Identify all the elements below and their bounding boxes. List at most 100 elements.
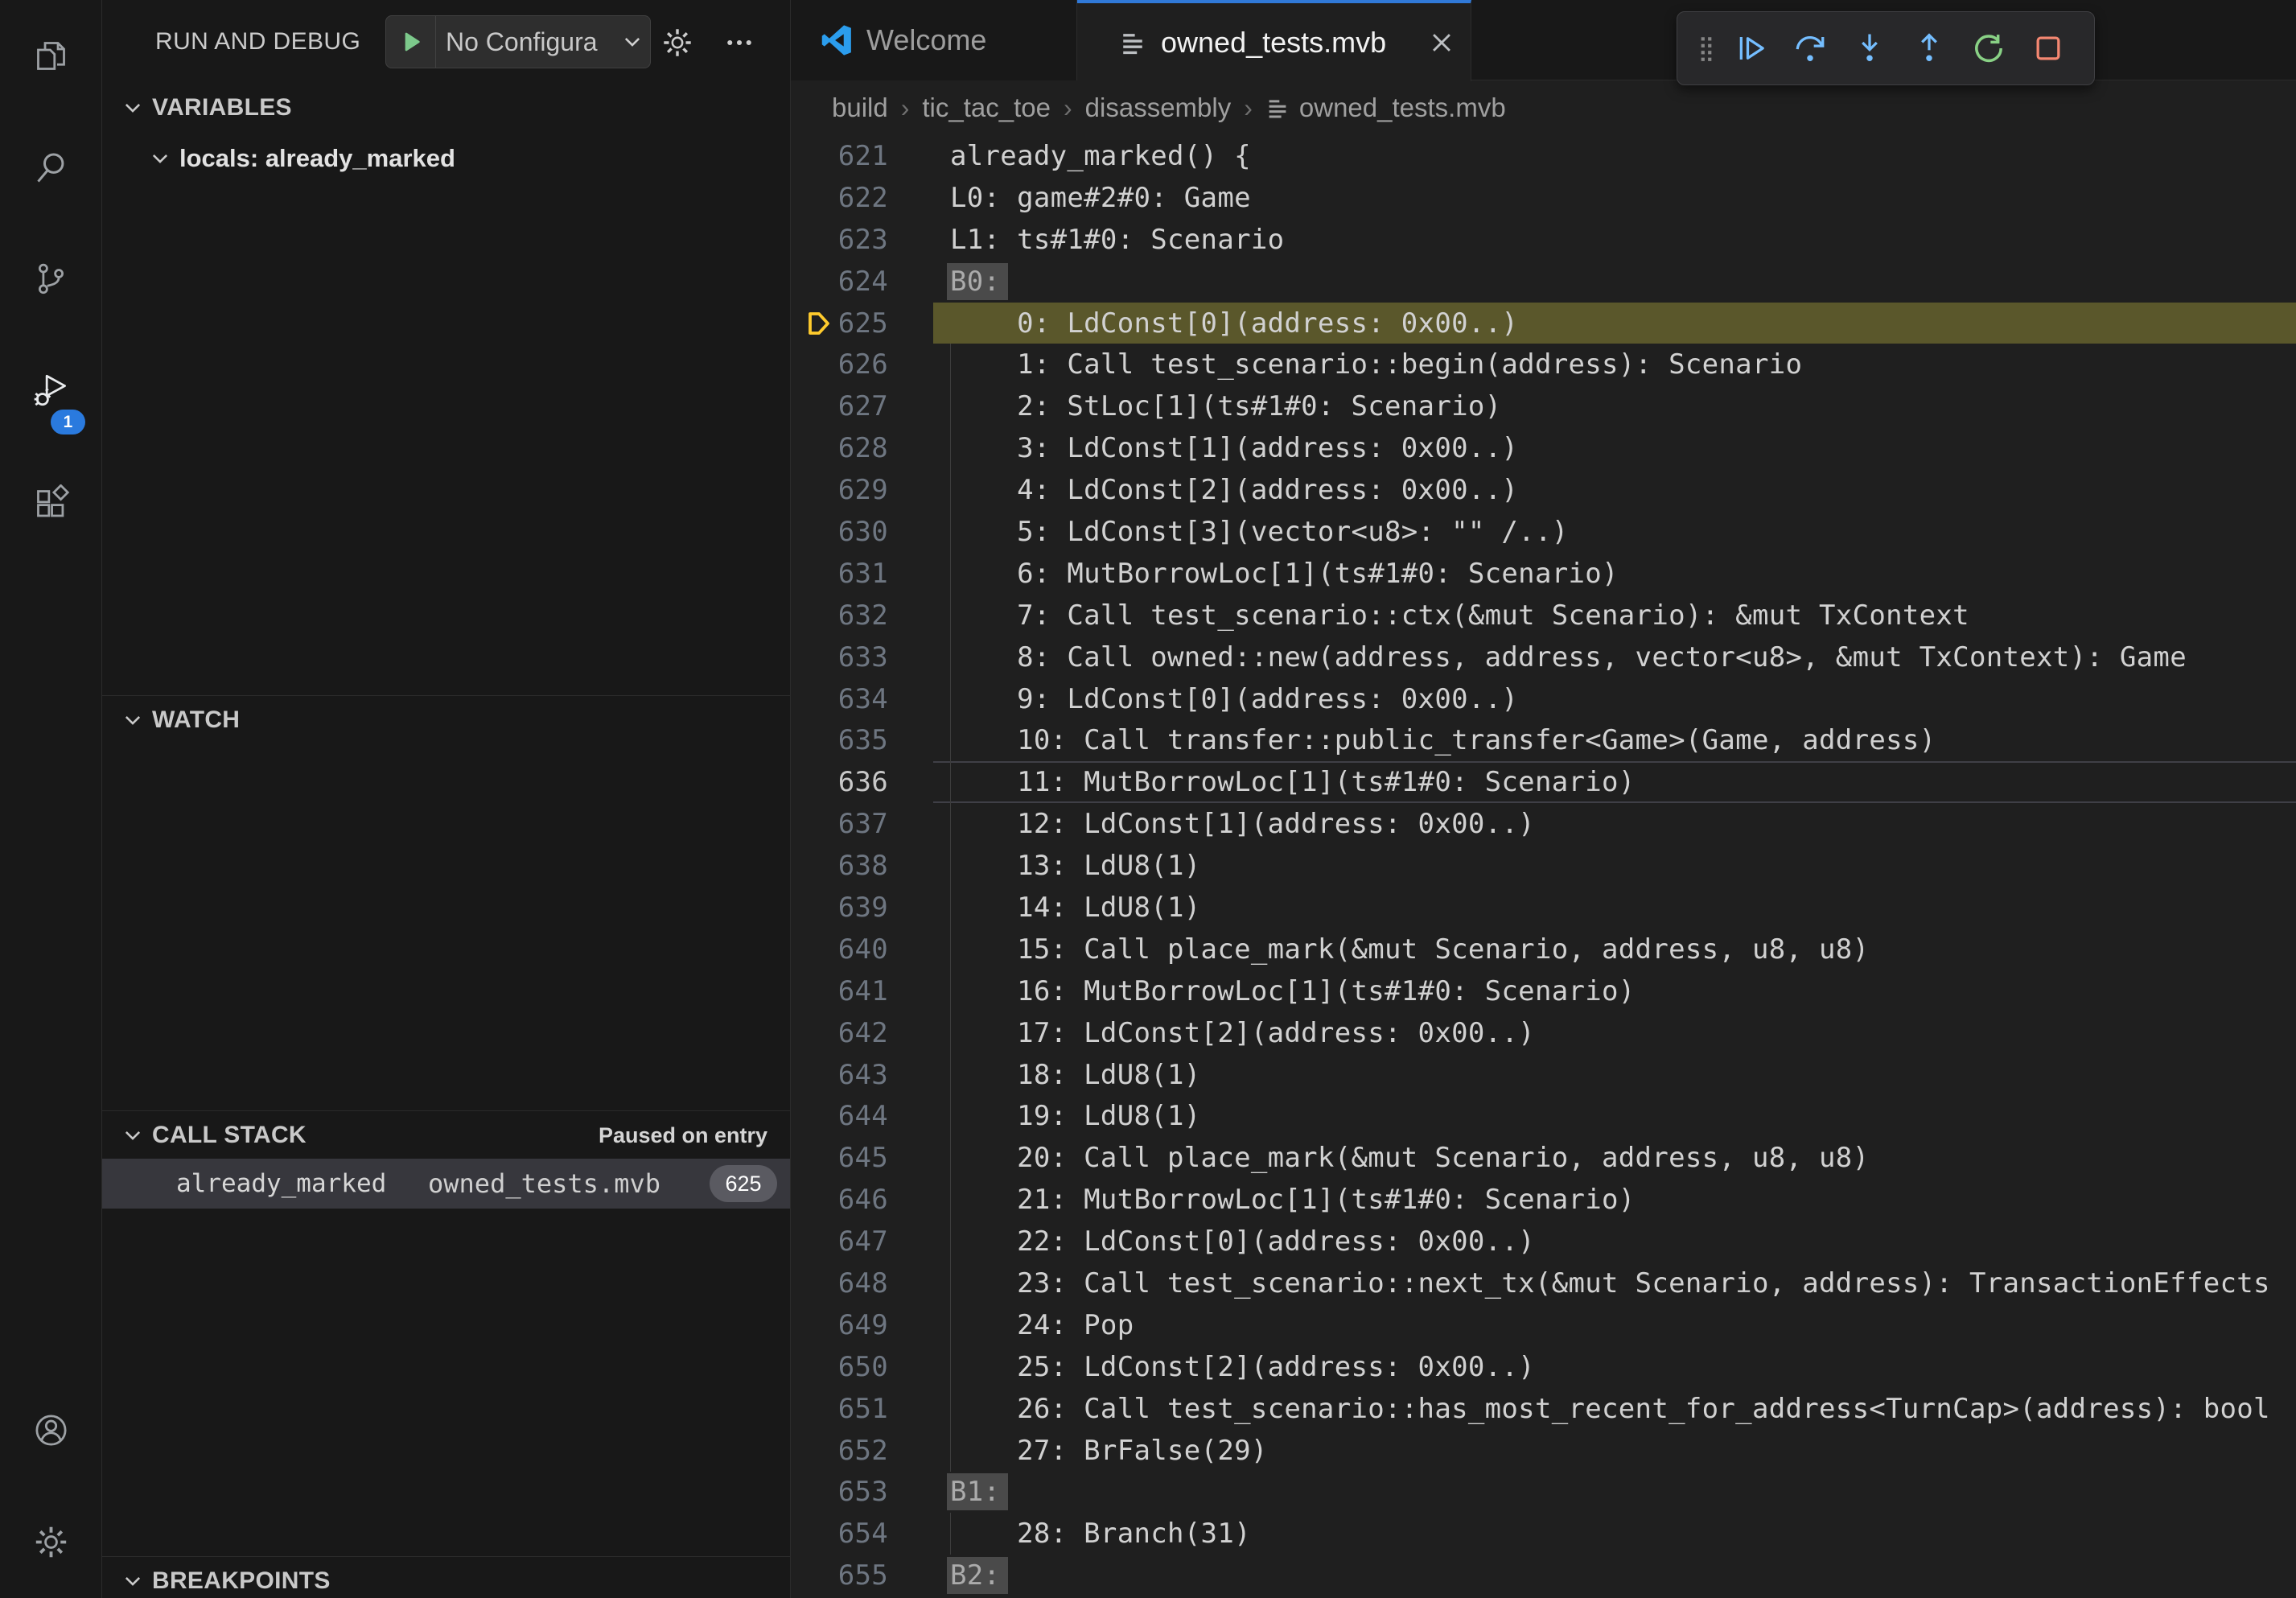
activity-bar-source-control[interactable]	[0, 224, 101, 336]
line-content[interactable]: 19: LdU8(1)	[933, 1095, 2296, 1137]
gutter-line-638[interactable]: 638	[791, 845, 933, 887]
gutter-line-648[interactable]: 648	[791, 1262, 933, 1304]
line-content[interactable]: 7: Call test_scenario::ctx(&mut Scenario…	[933, 595, 2296, 636]
line-content[interactable]: 3: LdConst[1](address: 0x00..)	[933, 427, 2296, 469]
gutter-line-636[interactable]: 636	[791, 761, 933, 803]
line-content[interactable]: 22: LdConst[0](address: 0x00..)	[933, 1221, 2296, 1262]
line-content[interactable]: 12: LdConst[1](address: 0x00..)	[933, 803, 2296, 845]
gutter-line-631[interactable]: 631	[791, 553, 933, 595]
line-content[interactable]: 24: Pop	[933, 1304, 2296, 1346]
gutter-line-632[interactable]: 632	[791, 595, 933, 636]
line-content[interactable]: 18: LdU8(1)	[933, 1054, 2296, 1096]
gutter-line-628[interactable]: 628	[791, 427, 933, 469]
line-content[interactable]: 20: Call place_mark(&mut Scenario, addre…	[933, 1137, 2296, 1179]
line-content[interactable]: 0: LdConst[0](address: 0x00..)	[933, 303, 2296, 344]
gutter-line-639[interactable]: 639	[791, 887, 933, 929]
gutter-line-625[interactable]: 625	[791, 303, 933, 344]
debug-config-label[interactable]: No Configura	[436, 27, 615, 57]
gutter-line-633[interactable]: 633	[791, 636, 933, 678]
code-line-636[interactable]: 636 11: MutBorrowLoc[1](ts#1#0: Scenario…	[791, 761, 2296, 803]
code-line-624[interactable]: 624B0:	[791, 261, 2296, 303]
code-line-621[interactable]: 621already_marked() {	[791, 135, 2296, 177]
line-content[interactable]: 11: MutBorrowLoc[1](ts#1#0: Scenario)	[933, 761, 2296, 803]
code-line-642[interactable]: 642 17: LdConst[2](address: 0x00..)	[791, 1012, 2296, 1054]
gutter-line-646[interactable]: 646	[791, 1179, 933, 1221]
line-content[interactable]: 4: LdConst[2](address: 0x00..)	[933, 469, 2296, 511]
tab-owned-tests-mvb[interactable]: owned_tests.mvb	[1077, 0, 1471, 81]
breadcrumb-item-disassembly[interactable]: disassembly	[1085, 93, 1232, 123]
gutter-line-652[interactable]: 652	[791, 1430, 933, 1472]
line-content[interactable]: 21: MutBorrowLoc[1](ts#1#0: Scenario)	[933, 1179, 2296, 1221]
code-line-644[interactable]: 644 19: LdU8(1)	[791, 1095, 2296, 1137]
code-line-635[interactable]: 635 10: Call transfer::public_transfer<G…	[791, 719, 2296, 761]
code-line-643[interactable]: 643 18: LdU8(1)	[791, 1054, 2296, 1096]
code-editor[interactable]: 621already_marked() {622L0: game#2#0: Ga…	[791, 135, 2296, 1598]
activity-bar-settings[interactable]	[0, 1486, 101, 1598]
gutter-line-626[interactable]: 626	[791, 344, 933, 385]
gutter-line-644[interactable]: 644	[791, 1095, 933, 1137]
gutter-line-635[interactable]: 635	[791, 719, 933, 761]
line-content[interactable]: 5: LdConst[3](vector<u8>: "" /..)	[933, 511, 2296, 553]
gutter-line-651[interactable]: 651	[791, 1388, 933, 1430]
gutter-line-637[interactable]: 637	[791, 803, 933, 845]
code-line-632[interactable]: 632 7: Call test_scenario::ctx(&mut Scen…	[791, 595, 2296, 636]
line-content[interactable]: 13: LdU8(1)	[933, 845, 2296, 887]
code-line-648[interactable]: 648 23: Call test_scenario::next_tx(&mut…	[791, 1262, 2296, 1304]
breadcrumb-item-build[interactable]: build	[832, 93, 888, 123]
more-actions-icon[interactable]	[723, 30, 755, 56]
line-content[interactable]: 10: Call transfer::public_transfer<Game>…	[933, 719, 2296, 761]
continue-button[interactable]	[1721, 19, 1780, 78]
variables-scope-locals[interactable]: locals: already_marked	[102, 134, 790, 183]
call-stack-frame-row[interactable]: already_marked owned_tests.mvb 625	[102, 1159, 790, 1209]
gutter-line-653[interactable]: 653	[791, 1472, 933, 1514]
gutter-line-627[interactable]: 627	[791, 385, 933, 427]
code-line-625[interactable]: 625 0: LdConst[0](address: 0x00..)	[791, 303, 2296, 344]
close-icon[interactable]	[1428, 29, 1455, 56]
line-content[interactable]: 14: LdU8(1)	[933, 887, 2296, 929]
start-debugging-icon[interactable]	[386, 16, 436, 68]
code-line-654[interactable]: 654 28: Branch(31)	[791, 1513, 2296, 1555]
gutter-line-643[interactable]: 643	[791, 1054, 933, 1096]
breadcrumb-item-tic_tac_toe[interactable]: tic_tac_toe	[922, 93, 1051, 123]
call-stack-section-header[interactable]: CALL STACK Paused on entry	[102, 1110, 790, 1159]
code-line-628[interactable]: 628 3: LdConst[1](address: 0x00..)	[791, 427, 2296, 469]
line-content[interactable]: 23: Call test_scenario::next_tx(&mut Sce…	[933, 1262, 2296, 1304]
activity-bar-account[interactable]	[0, 1374, 101, 1486]
code-line-645[interactable]: 645 20: Call place_mark(&mut Scenario, a…	[791, 1137, 2296, 1179]
step-out-button[interactable]	[1899, 19, 1959, 78]
gutter-line-624[interactable]: 624	[791, 261, 933, 303]
gutter-line-629[interactable]: 629	[791, 469, 933, 511]
code-line-649[interactable]: 649 24: Pop	[791, 1304, 2296, 1346]
code-line-623[interactable]: 623L1: ts#1#0: Scenario	[791, 219, 2296, 261]
line-content[interactable]: 8: Call owned::new(address, address, vec…	[933, 636, 2296, 678]
gutter-line-650[interactable]: 650	[791, 1346, 933, 1388]
line-content[interactable]: 6: MutBorrowLoc[1](ts#1#0: Scenario)	[933, 553, 2296, 595]
line-content[interactable]: L0: game#2#0: Game	[933, 177, 2296, 219]
gutter-line-645[interactable]: 645	[791, 1137, 933, 1179]
restart-button[interactable]	[1959, 19, 2018, 78]
step-into-button[interactable]	[1840, 19, 1899, 78]
line-content[interactable]: 28: Branch(31)	[933, 1513, 2296, 1555]
code-line-630[interactable]: 630 5: LdConst[3](vector<u8>: "" /..)	[791, 511, 2296, 553]
code-line-646[interactable]: 646 21: MutBorrowLoc[1](ts#1#0: Scenario…	[791, 1179, 2296, 1221]
code-line-653[interactable]: 653B1:	[791, 1472, 2296, 1514]
code-line-622[interactable]: 622L0: game#2#0: Game	[791, 177, 2296, 219]
gutter-line-647[interactable]: 647	[791, 1221, 933, 1262]
line-content[interactable]: 17: LdConst[2](address: 0x00..)	[933, 1012, 2296, 1054]
debug-config-dropdown[interactable]: No Configura	[385, 15, 651, 68]
breakpoints-section-header[interactable]: BREAKPOINTS	[102, 1556, 790, 1598]
toolbar-gripper-icon[interactable]	[1692, 34, 1721, 63]
line-content[interactable]: 9: LdConst[0](address: 0x00..)	[933, 678, 2296, 720]
code-line-633[interactable]: 633 8: Call owned::new(address, address,…	[791, 636, 2296, 678]
code-line-647[interactable]: 647 22: LdConst[0](address: 0x00..)	[791, 1221, 2296, 1262]
line-content[interactable]: 2: StLoc[1](ts#1#0: Scenario)	[933, 385, 2296, 427]
line-content[interactable]: already_marked() {	[933, 135, 2296, 177]
watch-section-header[interactable]: WATCH	[102, 695, 790, 743]
code-line-640[interactable]: 640 15: Call place_mark(&mut Scenario, a…	[791, 929, 2296, 970]
line-content[interactable]: L1: ts#1#0: Scenario	[933, 219, 2296, 261]
line-content[interactable]: B1:	[933, 1472, 2296, 1514]
debug-settings-gear-icon[interactable]	[660, 26, 694, 60]
line-content[interactable]: 25: LdConst[2](address: 0x00..)	[933, 1346, 2296, 1388]
line-content[interactable]: 27: BrFalse(29)	[933, 1430, 2296, 1472]
activity-bar-run-and-debug[interactable]: 1	[0, 336, 101, 447]
